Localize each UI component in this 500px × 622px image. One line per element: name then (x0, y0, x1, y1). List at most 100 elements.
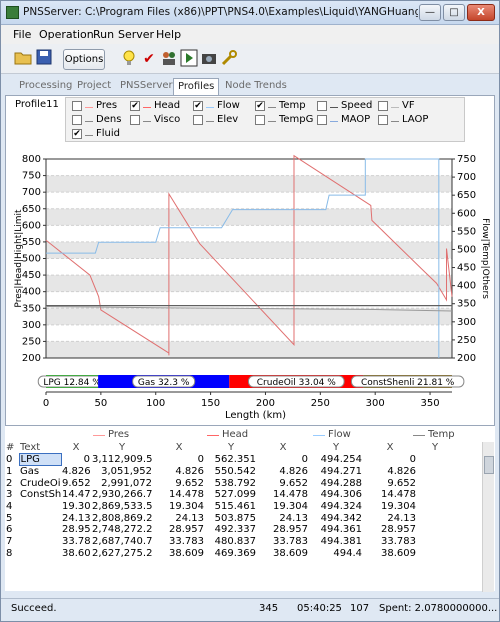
table-cell[interactable]: 9.652 (153, 477, 205, 489)
lightbulb-icon[interactable] (119, 49, 139, 69)
table-cell[interactable]: 33.783 (61, 536, 91, 548)
column-header[interactable]: # (5, 442, 19, 454)
table-cell[interactable]: 2,869,533.5 (91, 501, 153, 513)
wrench-icon[interactable] (219, 49, 239, 69)
table-cell[interactable] (19, 524, 61, 536)
run-icon[interactable] (179, 49, 199, 69)
tab-project[interactable]: Project (73, 78, 115, 95)
table-row[interactable]: 419.3042,869,533.519.304515.46119.304494… (5, 501, 453, 513)
menu-help[interactable]: Help (156, 28, 181, 41)
table-cell[interactable]: 550.542 (205, 466, 257, 478)
table-cell[interactable]: 494.324 (309, 501, 363, 513)
table-cell[interactable]: 2,748,272.25 (91, 524, 153, 536)
column-header[interactable]: Text (19, 442, 61, 454)
checkbox-maop[interactable] (317, 115, 327, 125)
table-cell[interactable]: 2,687,740.75 (91, 536, 153, 548)
table-cell[interactable]: 2,991,072 (91, 477, 153, 489)
table-row[interactable]: 838.6092,627,275.2538.609469.36938.60949… (5, 548, 453, 560)
table-cell[interactable]: 4 (5, 501, 19, 513)
table-cell[interactable]: 8 (5, 548, 19, 560)
column-header[interactable]: X (61, 442, 91, 454)
checkbox-elev[interactable] (193, 115, 203, 125)
table-row[interactable]: 3ConstShenli14.4782,930,266.7514.478527.… (5, 489, 453, 501)
table-cell[interactable]: 4.826 (257, 466, 309, 478)
table-cell[interactable]: 9.652 (61, 477, 91, 489)
table-cell[interactable]: 14.478 (153, 489, 205, 501)
table-cell[interactable]: 24.13 (61, 512, 91, 524)
menu-file[interactable]: File (13, 28, 31, 41)
table-cell[interactable]: 4.826 (153, 466, 205, 478)
maximize-button[interactable]: □ (443, 4, 465, 21)
table-row[interactable]: 1 Gas 4.826 3,051,952 4.826 550.542 4.826 494.2… (5, 466, 453, 478)
table-cell[interactable]: 24.13 (257, 512, 309, 524)
table-cell[interactable] (417, 548, 453, 560)
vertical-scrollbar[interactable] (482, 442, 494, 592)
menu-operation[interactable]: Operation (39, 28, 94, 41)
table-cell[interactable]: 494.288 (309, 477, 363, 489)
table-cell[interactable]: 24.13 (153, 512, 205, 524)
column-header[interactable]: Y (417, 442, 453, 454)
table-cell[interactable]: 0 (61, 454, 91, 466)
table-row[interactable]: 628.9572,748,272.2528.957492.33728.95749… (5, 524, 453, 536)
table-row[interactable]: 2 CrudeOil 9.652 2,991,072 9.652 538.792 9.652… (5, 477, 453, 489)
table-cell[interactable]: 38.609 (257, 548, 309, 560)
column-header[interactable]: X (153, 442, 205, 454)
table-cell[interactable]: 14.478 (61, 489, 91, 501)
save-icon[interactable] (34, 49, 54, 69)
close-button[interactable]: X (467, 4, 495, 21)
open-folder-icon[interactable] (13, 49, 33, 69)
table-cell[interactable] (417, 512, 453, 524)
table-cell[interactable]: 4.826 (363, 466, 417, 478)
table-cell[interactable]: 28.957 (257, 524, 309, 536)
checkbox-vf[interactable] (378, 101, 388, 111)
table-cell[interactable]: 0 (153, 454, 205, 466)
table-cell[interactable]: 38.609 (363, 548, 417, 560)
table-cell[interactable]: 14.478 (257, 489, 309, 501)
table-cell[interactable]: 38.609 (61, 548, 91, 560)
table-cell[interactable]: 492.337 (205, 524, 257, 536)
table-cell[interactable]: 5 (5, 512, 19, 524)
checkbox-fluid[interactable]: ✔ (72, 129, 82, 139)
options-button[interactable]: Options (63, 49, 105, 70)
table-cell[interactable]: 0 (363, 454, 417, 466)
tab-pnsserver[interactable]: PNSServer (116, 78, 177, 95)
table-cell[interactable]: 24.13 (363, 512, 417, 524)
table-cell[interactable]: 2,808,869.25 (91, 512, 153, 524)
checkbox-visco[interactable] (130, 115, 140, 125)
table-cell[interactable]: 3,112,909.5 (91, 454, 153, 466)
table-cell[interactable]: 1 (5, 466, 19, 478)
table-cell[interactable]: 538.792 (205, 477, 257, 489)
table-cell[interactable]: 562.351 (205, 454, 257, 466)
table-cell[interactable]: 2,930,266.75 (91, 489, 153, 501)
table-cell[interactable]: Gas (19, 466, 61, 478)
column-header[interactable]: X (257, 442, 309, 454)
table-cell[interactable]: LPG (18, 453, 62, 467)
table-cell[interactable]: 503.875 (205, 512, 257, 524)
table-cell[interactable]: 19.304 (363, 501, 417, 513)
table-cell[interactable]: 28.957 (61, 524, 91, 536)
table-cell[interactable]: 2 (5, 477, 19, 489)
menu-server[interactable]: Server (118, 28, 154, 41)
checkbox-temp[interactable]: ✔ (255, 101, 265, 111)
table-cell[interactable] (19, 536, 61, 548)
table-cell[interactable] (417, 454, 453, 466)
table-cell[interactable]: 527.099 (205, 489, 257, 501)
table-cell[interactable]: CrudeOil (19, 477, 61, 489)
column-header[interactable]: Y (91, 442, 153, 454)
table-row[interactable]: 5 24.13 2,808,869.25 24.13 503.875 24.13 494.3… (5, 512, 453, 524)
table-cell[interactable]: 3,051,952 (91, 466, 153, 478)
table-cell[interactable]: 33.783 (153, 536, 205, 548)
column-header[interactable]: Y (205, 442, 257, 454)
table-cell[interactable]: 515.461 (205, 501, 257, 513)
table-cell[interactable]: 3 (5, 489, 19, 501)
table-row[interactable]: 733.7832,687,740.7533.783480.83733.78349… (5, 536, 453, 548)
table-cell[interactable]: 28.957 (153, 524, 205, 536)
checkbox-pres[interactable] (72, 101, 82, 111)
table-cell[interactable] (417, 501, 453, 513)
table-cell[interactable]: 33.783 (257, 536, 309, 548)
tab-profiles[interactable]: Profiles (173, 78, 220, 95)
checkbox-dens[interactable] (72, 115, 82, 125)
table-cell[interactable]: 0 (5, 454, 19, 466)
table-cell[interactable]: 494.4 (309, 548, 363, 560)
checkbox-flow[interactable]: ✔ (193, 101, 203, 111)
